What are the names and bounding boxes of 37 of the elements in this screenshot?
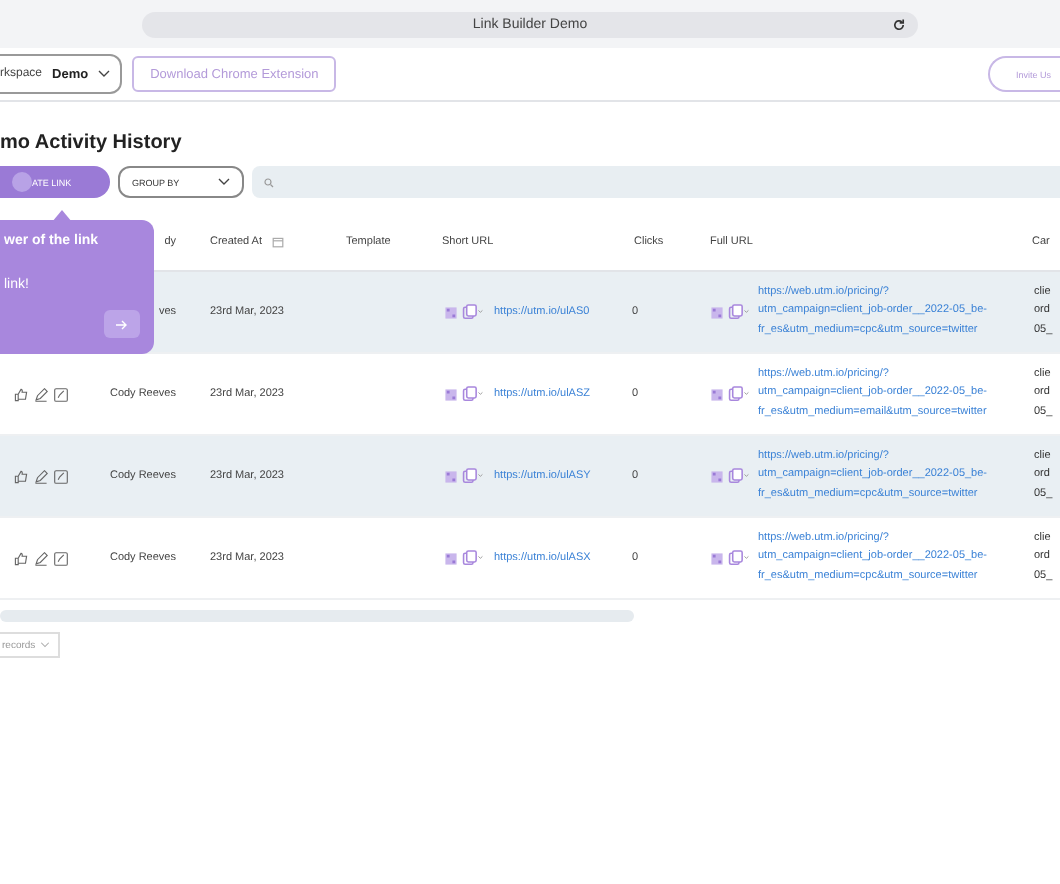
next-button[interactable] bbox=[104, 310, 140, 338]
calendar-icon[interactable] bbox=[272, 236, 284, 248]
copy-dropdown-icon[interactable] bbox=[462, 304, 484, 320]
chevron-down-icon bbox=[98, 70, 111, 78]
thumbs-up-icon[interactable] bbox=[14, 551, 28, 565]
search-field[interactable] bbox=[252, 166, 1060, 198]
chevron-down-icon bbox=[39, 642, 50, 648]
copy-dropdown-icon[interactable] bbox=[728, 386, 750, 402]
qr-code-icon[interactable] bbox=[710, 469, 724, 483]
thumbs-up-icon[interactable] bbox=[14, 469, 28, 483]
qr-code-icon[interactable] bbox=[710, 387, 724, 401]
qr-code-icon[interactable] bbox=[710, 305, 724, 319]
qr-code-icon[interactable] bbox=[444, 551, 458, 565]
pencil-icon[interactable] bbox=[34, 469, 48, 483]
edit-square-icon[interactable] bbox=[54, 469, 68, 483]
qr-code-icon[interactable] bbox=[710, 551, 724, 565]
edit-square-icon[interactable] bbox=[54, 387, 68, 401]
beacon-icon bbox=[12, 172, 32, 192]
qr-code-icon[interactable] bbox=[444, 387, 458, 401]
copy-dropdown-icon[interactable] bbox=[462, 550, 484, 566]
edit-square-icon[interactable] bbox=[54, 551, 68, 565]
qr-code-icon[interactable] bbox=[444, 305, 458, 319]
chevron-down-icon bbox=[218, 178, 230, 186]
copy-dropdown-icon[interactable] bbox=[462, 386, 484, 402]
qr-code-icon[interactable] bbox=[444, 469, 458, 483]
copy-dropdown-icon[interactable] bbox=[728, 304, 750, 320]
search-icon bbox=[264, 177, 274, 187]
page-title: mo Activity History bbox=[0, 130, 184, 158]
reload-icon[interactable] bbox=[892, 17, 906, 31]
horizontal-scrollbar[interactable] bbox=[0, 610, 634, 622]
pencil-icon[interactable] bbox=[34, 551, 48, 565]
copy-dropdown-icon[interactable] bbox=[728, 550, 750, 566]
thumbs-up-icon[interactable] bbox=[14, 387, 28, 401]
pencil-icon[interactable] bbox=[34, 387, 48, 401]
copy-dropdown-icon[interactable] bbox=[728, 468, 750, 484]
copy-dropdown-icon[interactable] bbox=[462, 468, 484, 484]
arrow-right-icon bbox=[116, 319, 128, 329]
